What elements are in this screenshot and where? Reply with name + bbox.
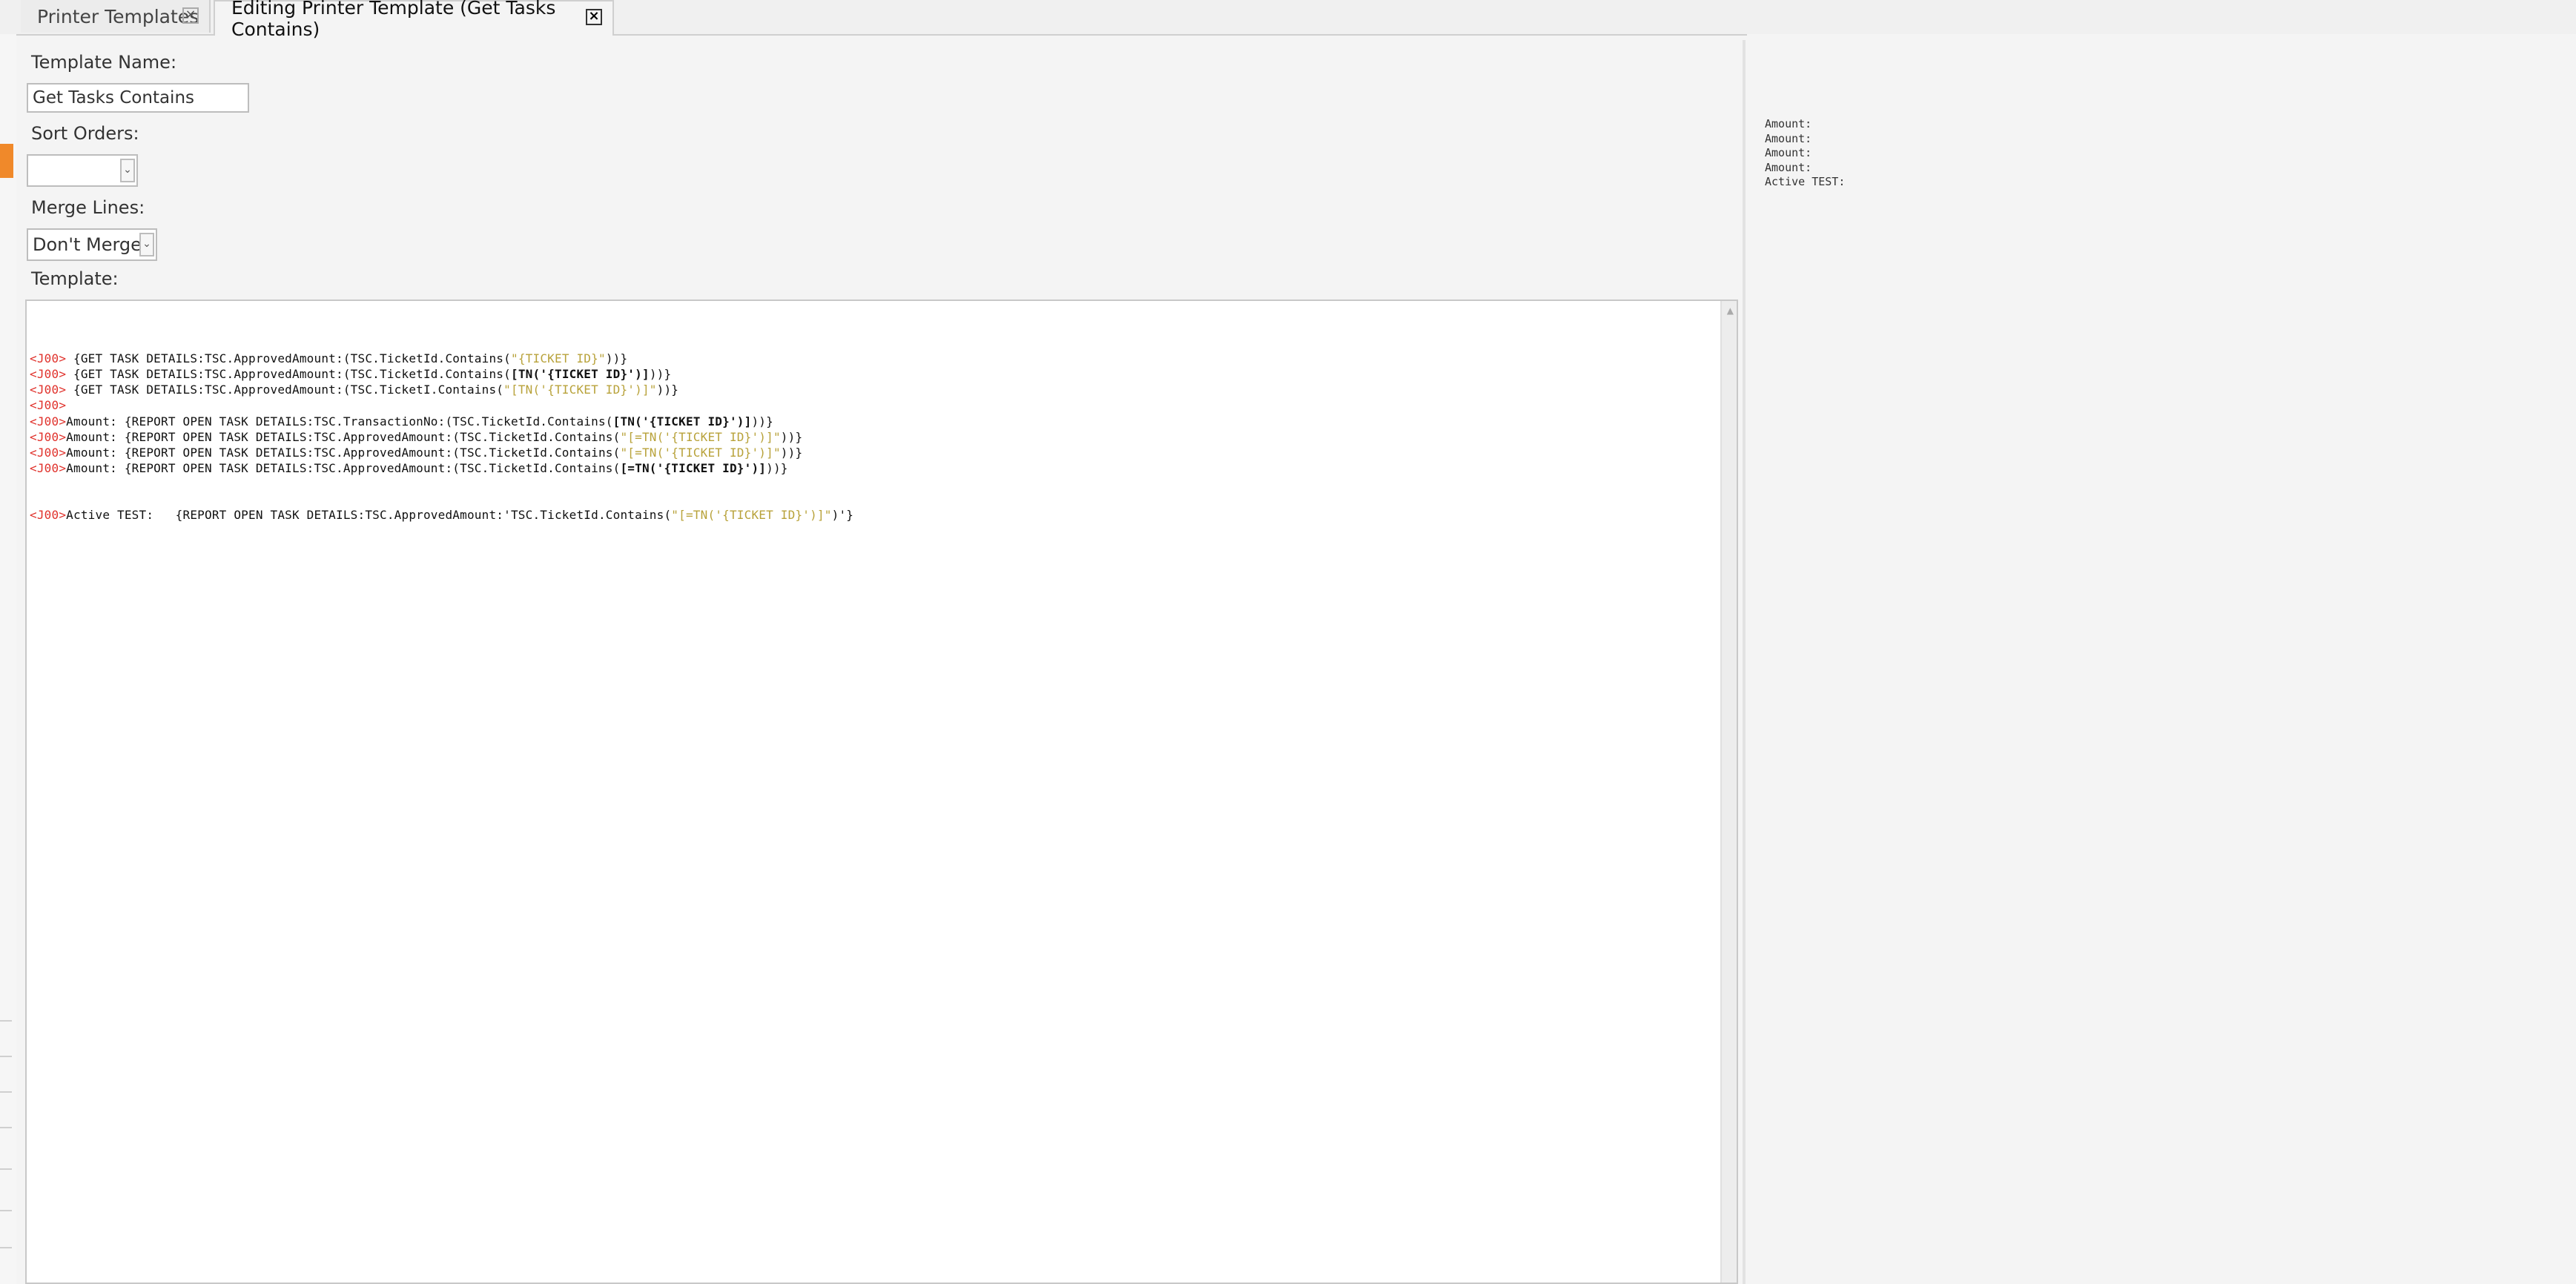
divider bbox=[0, 1091, 12, 1093]
scroll-up-icon[interactable]: ▲ bbox=[1727, 305, 1734, 316]
chevron-down-icon[interactable]: ⌄ bbox=[139, 233, 154, 257]
code-tag: <J00> bbox=[30, 430, 67, 444]
code-line[interactable]: <J00> bbox=[30, 398, 66, 412]
code-segment: )'} bbox=[831, 508, 854, 522]
preview-line: Amount: bbox=[1765, 146, 1812, 159]
close-icon[interactable]: × bbox=[182, 7, 199, 24]
divider bbox=[0, 1210, 12, 1211]
code-segment: Amount: {REPORT OPEN TASK DETAILS:TSC.Tr… bbox=[66, 414, 613, 428]
tab-label: Printer Templates bbox=[37, 5, 199, 27]
code-line[interactable]: <J00>Active TEST: {REPORT OPEN TASK DETA… bbox=[30, 508, 853, 522]
code-segment: ))} bbox=[656, 383, 679, 397]
preview-line: Amount: bbox=[1765, 131, 1812, 145]
code-tag: <J00> bbox=[30, 351, 67, 365]
preview-line: Amount: bbox=[1765, 117, 1812, 130]
code-line[interactable]: <J00> {GET TASK DETAILS:TSC.ApprovedAmou… bbox=[30, 367, 671, 381]
sort-orders-label: Sort Orders: bbox=[31, 123, 139, 144]
tab-printer-templates[interactable]: Printer Templates × bbox=[21, 0, 211, 33]
tab-strip: Printer Templates × Editing Printer Temp… bbox=[0, 0, 2576, 40]
sort-orders-select[interactable]: ⌄ bbox=[27, 154, 138, 187]
divider bbox=[0, 1247, 12, 1248]
code-line[interactable]: <J00> {GET TASK DETAILS:TSC.ApprovedAmou… bbox=[30, 383, 678, 397]
code-segment: "[=TN('{TICKET ID}')]" bbox=[620, 446, 781, 460]
code-segment: ))} bbox=[780, 446, 803, 460]
code-segment: "[=TN('{TICKET ID}')]" bbox=[620, 430, 781, 444]
template-name-input[interactable]: Get Tasks Contains bbox=[27, 83, 249, 113]
tab-label: Editing Printer Template (Get Tasks Cont… bbox=[231, 0, 556, 40]
preview-line: Amount: bbox=[1765, 160, 1812, 174]
code-segment: {GET TASK DETAILS:TSC.ApprovedAmount:(TS… bbox=[66, 383, 504, 397]
template-label: Template: bbox=[31, 268, 119, 289]
code-segment: [=TN('{TICKET ID}')] bbox=[620, 461, 767, 475]
code-segment: Amount: {REPORT OPEN TASK DETAILS:TSC.Ap… bbox=[66, 446, 621, 460]
code-segment: ))} bbox=[751, 414, 773, 428]
preview-line: Active TEST: bbox=[1765, 175, 1846, 188]
code-segment: "[=TN('{TICKET ID}')]" bbox=[671, 508, 832, 522]
code-segment: {GET TASK DETAILS:TSC.ApprovedAmount:(TS… bbox=[66, 367, 511, 381]
divider bbox=[0, 1056, 12, 1057]
divider bbox=[0, 1127, 12, 1128]
code-segment: {GET TASK DETAILS:TSC.ApprovedAmount:(TS… bbox=[66, 351, 511, 365]
code-tag: <J00> bbox=[30, 383, 67, 397]
code-line[interactable]: <J00>Amount: {REPORT OPEN TASK DETAILS:T… bbox=[30, 446, 802, 460]
code-segment: Active TEST: {REPORT OPEN TASK DETAILS:T… bbox=[66, 508, 672, 522]
code-segment: "[TN('{TICKET ID}')]" bbox=[503, 383, 657, 397]
code-segment: ))} bbox=[605, 351, 628, 365]
merge-lines-value: Don't Merge bbox=[33, 234, 142, 255]
code-segment: ))} bbox=[766, 461, 788, 475]
chevron-down-icon[interactable]: ⌄ bbox=[120, 159, 135, 182]
editor-scrollbar[interactable]: ▲ bbox=[1720, 301, 1737, 1283]
code-line[interactable]: <J00>Amount: {REPORT OPEN TASK DETAILS:T… bbox=[30, 430, 802, 444]
divider bbox=[0, 1020, 12, 1022]
merge-lines-label: Merge Lines: bbox=[31, 197, 145, 218]
code-segment: ))} bbox=[649, 367, 672, 381]
left-edge-strip bbox=[0, 34, 16, 1284]
code-tag: <J00> bbox=[30, 367, 67, 381]
code-segment: Amount: {REPORT OPEN TASK DETAILS:TSC.Ap… bbox=[66, 430, 621, 444]
template-name-label: Template Name: bbox=[31, 52, 177, 73]
code-line[interactable]: <J00>Amount: {REPORT OPEN TASK DETAILS:T… bbox=[30, 461, 788, 475]
merge-lines-select[interactable]: Don't Merge ⌄ bbox=[27, 228, 157, 261]
code-tag: <J00> bbox=[30, 461, 67, 475]
code-segment: [TN('{TICKET ID}')] bbox=[612, 414, 752, 428]
close-icon[interactable]: × bbox=[586, 9, 602, 25]
code-tag: <J00> bbox=[30, 446, 67, 460]
template-editor[interactable]: <J00> {GET TASK DETAILS:TSC.ApprovedAmou… bbox=[25, 300, 1738, 1284]
tab-editing-printer-template[interactable]: Editing Printer Template (Get Tasks Cont… bbox=[214, 0, 614, 40]
code-tag: <J00> bbox=[30, 508, 67, 522]
accent-marker bbox=[0, 144, 13, 178]
code-tag: <J00> bbox=[30, 398, 67, 412]
divider bbox=[0, 1168, 12, 1170]
code-segment: "{TICKET ID}" bbox=[510, 351, 606, 365]
code-segment: Amount: {REPORT OPEN TASK DETAILS:TSC.Ap… bbox=[66, 461, 621, 475]
code-line[interactable]: <J00> {GET TASK DETAILS:TSC.ApprovedAmou… bbox=[30, 351, 627, 365]
code-line[interactable]: <J00>Amount: {REPORT OPEN TASK DETAILS:T… bbox=[30, 414, 773, 428]
code-segment: ))} bbox=[780, 430, 803, 444]
code-tag: <J00> bbox=[30, 414, 67, 428]
template-preview-panel: Amount: Amount: Amount: Amount: Active TEST: bbox=[1747, 34, 2576, 1284]
code-segment: [TN('{TICKET ID}')] bbox=[510, 367, 650, 381]
